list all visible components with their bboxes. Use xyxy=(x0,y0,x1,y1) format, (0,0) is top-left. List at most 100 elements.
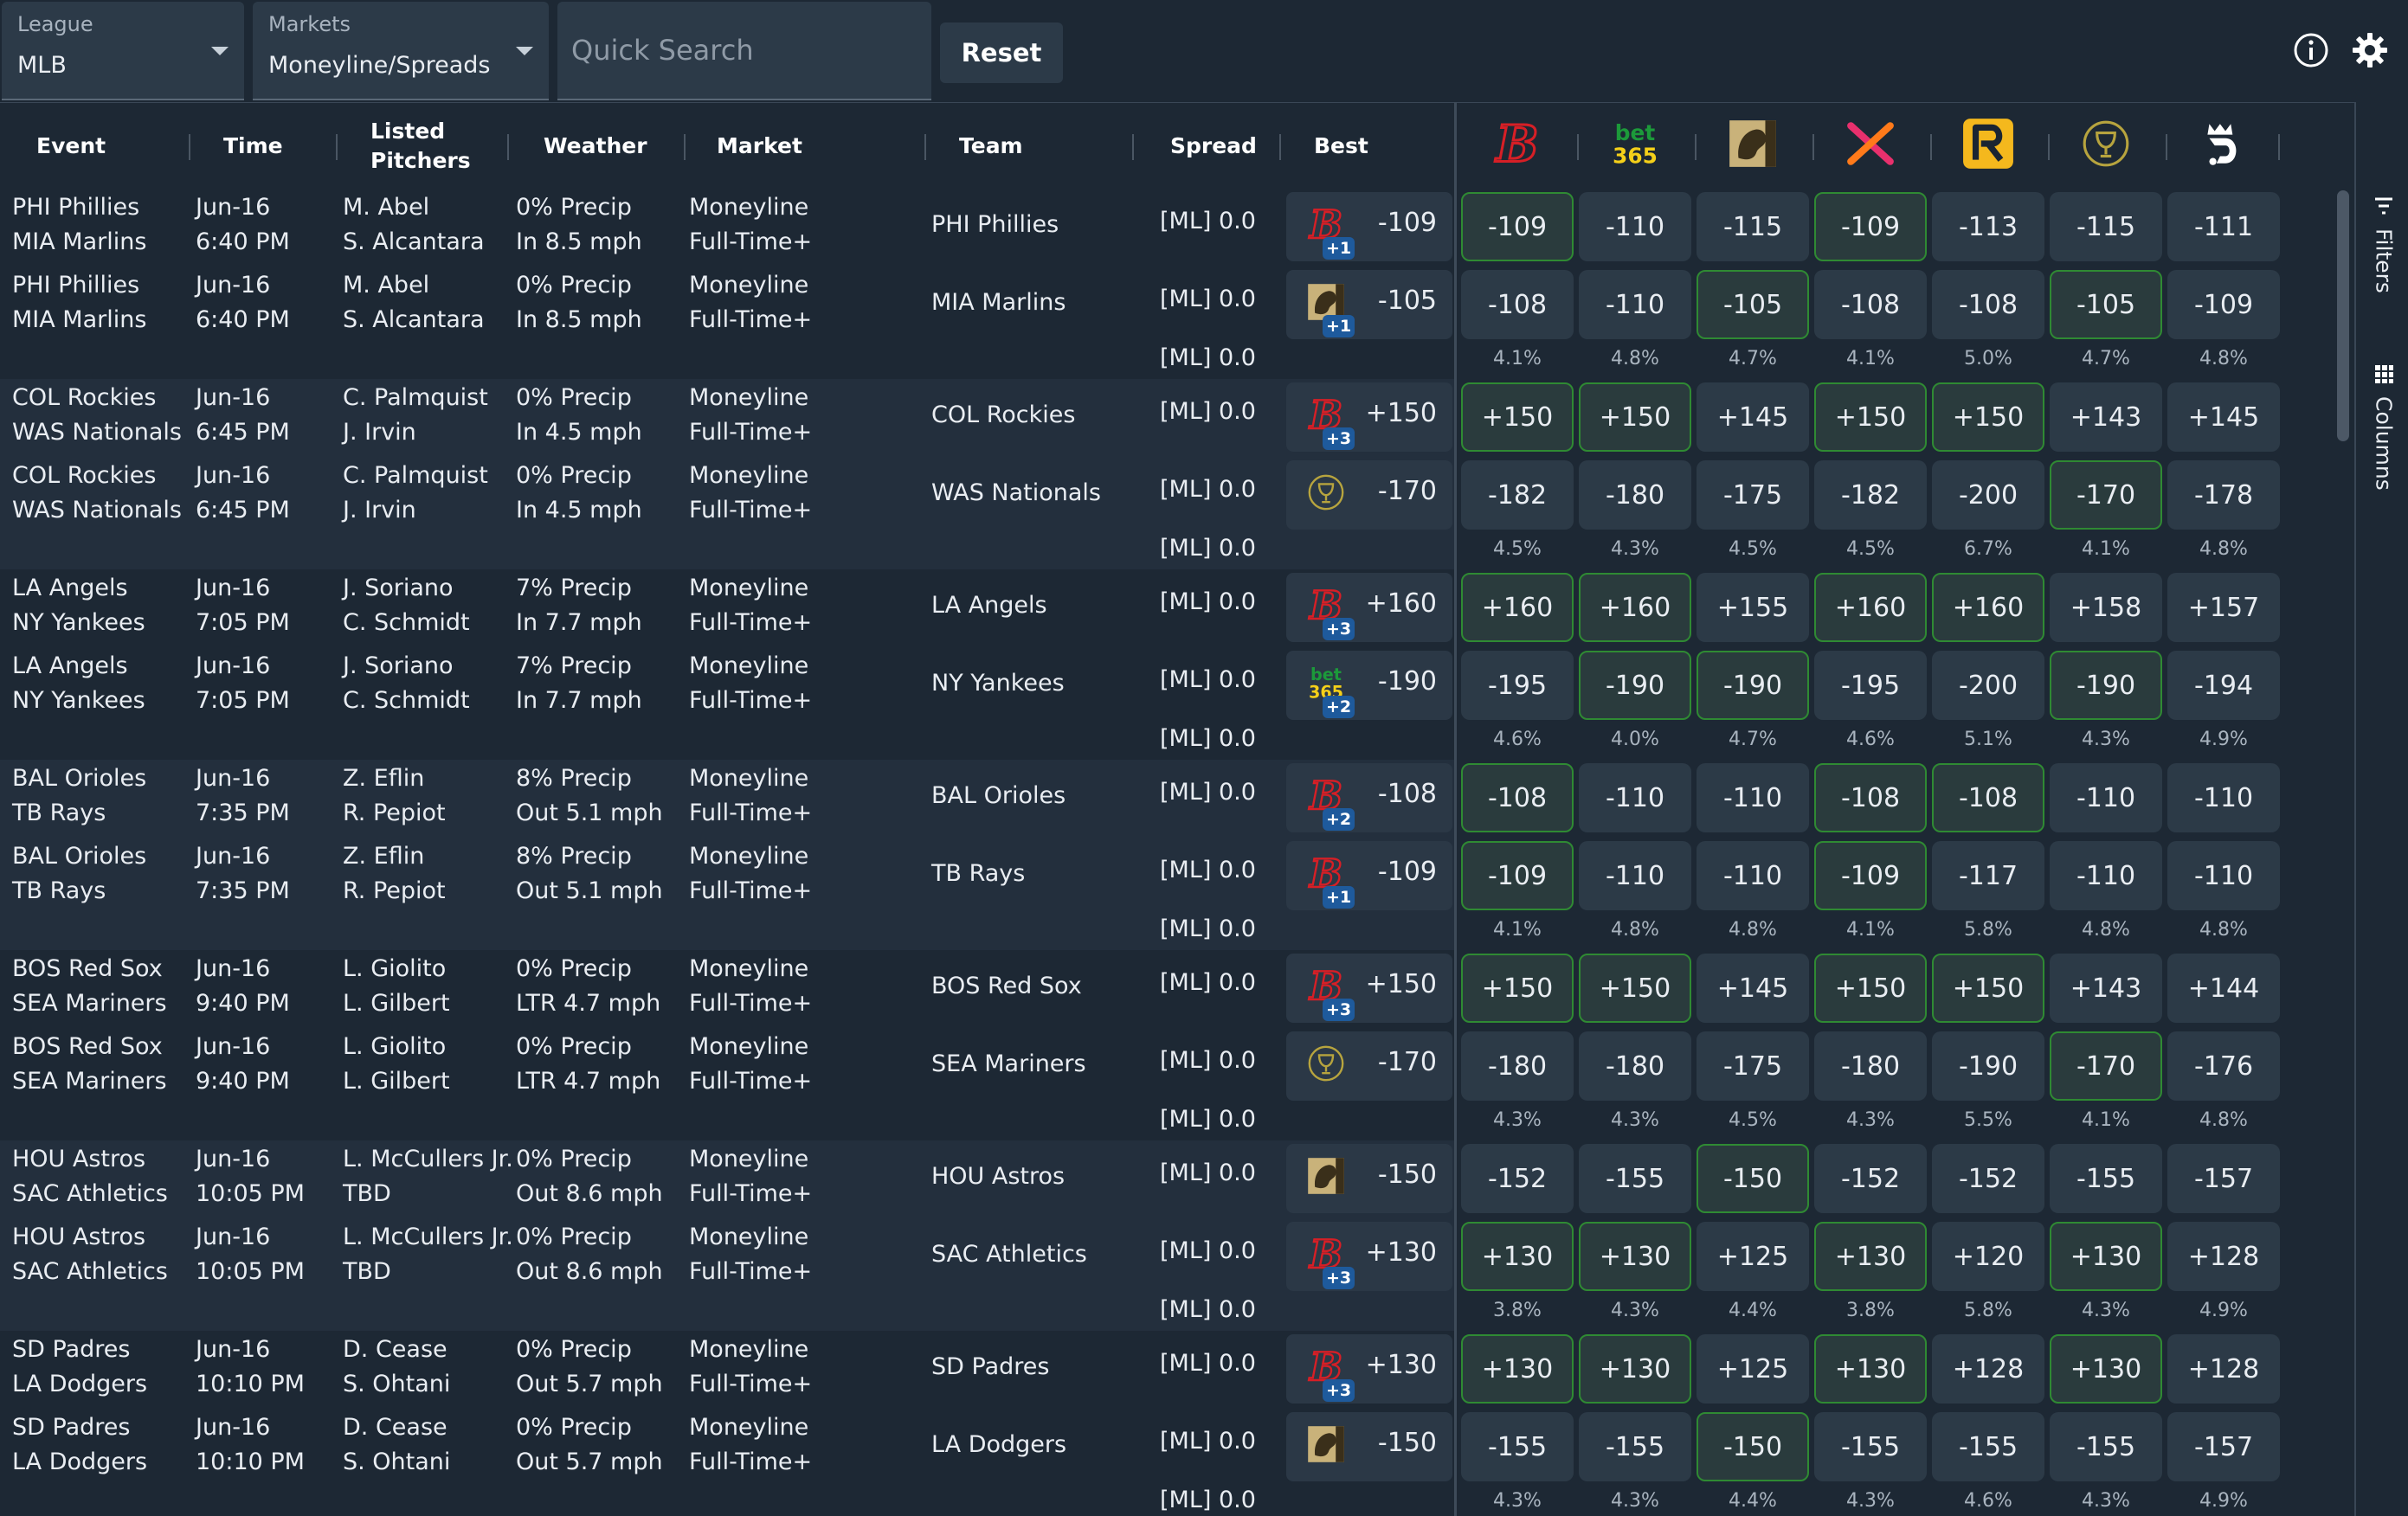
odds-cell-r-sportsbook[interactable]: -155 xyxy=(1932,1412,2044,1481)
odds-cell-bally-b[interactable]: +130 xyxy=(1461,1334,1574,1404)
odds-cell-caesars-lion[interactable]: -190 xyxy=(1697,651,1809,720)
odds-cell-caesars-lion[interactable]: -115 xyxy=(1697,192,1809,261)
odds-cell-draftkings[interactable]: -110 xyxy=(2167,841,2280,910)
best-odds-cell[interactable]: B +3 +130 xyxy=(1286,1222,1452,1291)
odds-cell-x-sportsbook[interactable]: +150 xyxy=(1814,382,1927,452)
odds-cell-r-sportsbook[interactable]: -113 xyxy=(1932,192,2044,261)
odds-cell-x-sportsbook[interactable]: -152 xyxy=(1814,1144,1927,1213)
markets-select[interactable]: Markets Moneyline/Spreads xyxy=(253,2,549,100)
odds-cell-bally-b[interactable]: +150 xyxy=(1461,382,1574,452)
book-logo-x-sportsbook-icon[interactable] xyxy=(1840,113,1901,174)
table-row[interactable]: COL Rockies WAS Nationals Jun-16 6:45 PM C. … xyxy=(0,379,2337,457)
filters-tab[interactable]: Filters xyxy=(2366,196,2401,293)
odds-cell-caesars-lion[interactable]: -175 xyxy=(1697,1031,1809,1101)
table-row[interactable]: SD Padres LA Dodgers Jun-16 10:10 PM D. Ceas… xyxy=(0,1331,2337,1409)
book-logo-draftkings-icon[interactable] xyxy=(2193,113,2254,174)
odds-cell-r-sportsbook[interactable]: +128 xyxy=(1932,1334,2044,1404)
table-row[interactable]: HOU Astros SAC Athletics Jun-16 10:05 PM L. … xyxy=(0,1140,2337,1218)
odds-cell-caesars-lion[interactable]: -150 xyxy=(1697,1144,1809,1213)
odds-cell-bet365[interactable]: -155 xyxy=(1579,1412,1691,1481)
odds-cell-caesars-lion[interactable]: +125 xyxy=(1697,1334,1809,1404)
best-odds-cell[interactable]: -170 xyxy=(1286,1031,1452,1101)
odds-cell-r-sportsbook[interactable]: +160 xyxy=(1932,573,2044,642)
odds-cell-bally-b[interactable]: -108 xyxy=(1461,270,1574,339)
odds-cell-x-sportsbook[interactable]: +130 xyxy=(1814,1334,1927,1404)
table-row[interactable]: PHI Phillies MIA Marlins Jun-16 6:40 PM M. A… xyxy=(0,189,2337,267)
odds-cell-bet365[interactable]: +160 xyxy=(1579,573,1691,642)
odds-cell-r-sportsbook[interactable]: +120 xyxy=(1932,1222,2044,1291)
odds-cell-x-sportsbook[interactable]: -180 xyxy=(1814,1031,1927,1101)
odds-cell-r-sportsbook[interactable]: -108 xyxy=(1932,763,2044,832)
table-row[interactable]: BAL Orioles TB Rays Jun-16 7:35 PM Z. Eflin R… xyxy=(0,760,2337,838)
odds-cell-draftkings[interactable]: -178 xyxy=(2167,460,2280,530)
odds-cell-bally-b[interactable]: -109 xyxy=(1461,192,1574,261)
col-best[interactable]: Best xyxy=(1314,103,1368,190)
odds-cell-draftkings[interactable]: +128 xyxy=(2167,1334,2280,1404)
best-odds-cell[interactable]: -170 xyxy=(1286,460,1452,530)
best-odds-cell[interactable]: B +3 +150 xyxy=(1286,382,1452,452)
odds-cell-r-sportsbook[interactable]: -200 xyxy=(1932,460,2044,530)
odds-cell-x-sportsbook[interactable]: -195 xyxy=(1814,651,1927,720)
info-icon[interactable] xyxy=(2292,31,2330,69)
odds-cell-bally-b[interactable]: -180 xyxy=(1461,1031,1574,1101)
odds-cell-caesars-lion[interactable]: -110 xyxy=(1697,841,1809,910)
table-row[interactable]: HOU Astros SAC Athletics Jun-16 10:05 PM L. … xyxy=(0,1218,2337,1296)
odds-cell-x-sportsbook[interactable]: +130 xyxy=(1814,1222,1927,1291)
odds-cell-bet365[interactable]: +130 xyxy=(1579,1222,1691,1291)
odds-cell-draftkings[interactable]: -157 xyxy=(2167,1412,2280,1481)
odds-cell-r-sportsbook[interactable]: +150 xyxy=(1932,954,2044,1023)
odds-cell-x-sportsbook[interactable]: -155 xyxy=(1814,1412,1927,1481)
odds-cell-goblet[interactable]: -155 xyxy=(2050,1412,2162,1481)
odds-cell-goblet[interactable]: +143 xyxy=(2050,382,2162,452)
book-logo-bally-b-icon[interactable]: B xyxy=(1487,113,1548,174)
table-row[interactable]: LA Angels NY Yankees Jun-16 7:05 PM J. Soria… xyxy=(0,569,2337,647)
odds-cell-draftkings[interactable]: -109 xyxy=(2167,270,2280,339)
odds-cell-goblet[interactable]: +158 xyxy=(2050,573,2162,642)
odds-cell-bally-b[interactable]: -152 xyxy=(1461,1144,1574,1213)
odds-cell-x-sportsbook[interactable]: -109 xyxy=(1814,192,1927,261)
col-time[interactable]: Time xyxy=(223,103,283,190)
odds-cell-bet365[interactable]: -110 xyxy=(1579,192,1691,261)
odds-cell-caesars-lion[interactable]: +145 xyxy=(1697,954,1809,1023)
odds-cell-draftkings[interactable]: +128 xyxy=(2167,1222,2280,1291)
odds-cell-caesars-lion[interactable]: -105 xyxy=(1697,270,1809,339)
odds-cell-bet365[interactable]: +130 xyxy=(1579,1334,1691,1404)
odds-cell-caesars-lion[interactable]: +125 xyxy=(1697,1222,1809,1291)
best-odds-cell[interactable]: B +1 -109 xyxy=(1286,192,1452,261)
odds-cell-bally-b[interactable]: -182 xyxy=(1461,460,1574,530)
odds-cell-caesars-lion[interactable]: -110 xyxy=(1697,763,1809,832)
odds-cell-draftkings[interactable]: -194 xyxy=(2167,651,2280,720)
table-row[interactable]: BAL Orioles TB Rays Jun-16 7:35 PM Z. Eflin R… xyxy=(0,838,2337,915)
odds-cell-r-sportsbook[interactable]: -152 xyxy=(1932,1144,2044,1213)
table-row[interactable]: SD Padres LA Dodgers Jun-16 10:10 PM D. Ceas… xyxy=(0,1409,2337,1487)
odds-cell-bet365[interactable]: -180 xyxy=(1579,460,1691,530)
best-odds-cell[interactable]: B +2 -108 xyxy=(1286,763,1452,832)
odds-cell-bally-b[interactable]: +130 xyxy=(1461,1222,1574,1291)
odds-cell-x-sportsbook[interactable]: +150 xyxy=(1814,954,1927,1023)
odds-cell-goblet[interactable]: +143 xyxy=(2050,954,2162,1023)
best-odds-cell[interactable]: -150 xyxy=(1286,1412,1452,1481)
odds-cell-draftkings[interactable]: -176 xyxy=(2167,1031,2280,1101)
league-select[interactable]: League MLB xyxy=(2,2,244,100)
odds-cell-x-sportsbook[interactable]: +160 xyxy=(1814,573,1927,642)
odds-cell-bet365[interactable]: -180 xyxy=(1579,1031,1691,1101)
odds-cell-goblet[interactable]: -170 xyxy=(2050,460,2162,530)
odds-cell-goblet[interactable]: -190 xyxy=(2050,651,2162,720)
odds-cell-goblet[interactable]: -105 xyxy=(2050,270,2162,339)
odds-cell-r-sportsbook[interactable]: -117 xyxy=(1932,841,2044,910)
odds-cell-bet365[interactable]: +150 xyxy=(1579,382,1691,452)
odds-cell-r-sportsbook[interactable]: -200 xyxy=(1932,651,2044,720)
book-logo-goblet-icon[interactable] xyxy=(2076,113,2136,174)
best-odds-cell[interactable]: B +1 -109 xyxy=(1286,841,1452,910)
odds-cell-bally-b[interactable]: +160 xyxy=(1461,573,1574,642)
odds-cell-bally-b[interactable]: -195 xyxy=(1461,651,1574,720)
odds-cell-bet365[interactable]: -110 xyxy=(1579,763,1691,832)
odds-cell-goblet[interactable]: -115 xyxy=(2050,192,2162,261)
col-team[interactable]: Team xyxy=(959,103,1023,190)
best-odds-cell[interactable]: B +3 +130 xyxy=(1286,1334,1452,1404)
col-listed-pitchers[interactable]: Listed Pitchers xyxy=(370,103,474,190)
odds-cell-r-sportsbook[interactable]: +150 xyxy=(1932,382,2044,452)
best-odds-cell[interactable]: +1 -105 xyxy=(1286,270,1452,339)
odds-cell-draftkings[interactable]: -157 xyxy=(2167,1144,2280,1213)
odds-cell-goblet[interactable]: +130 xyxy=(2050,1334,2162,1404)
